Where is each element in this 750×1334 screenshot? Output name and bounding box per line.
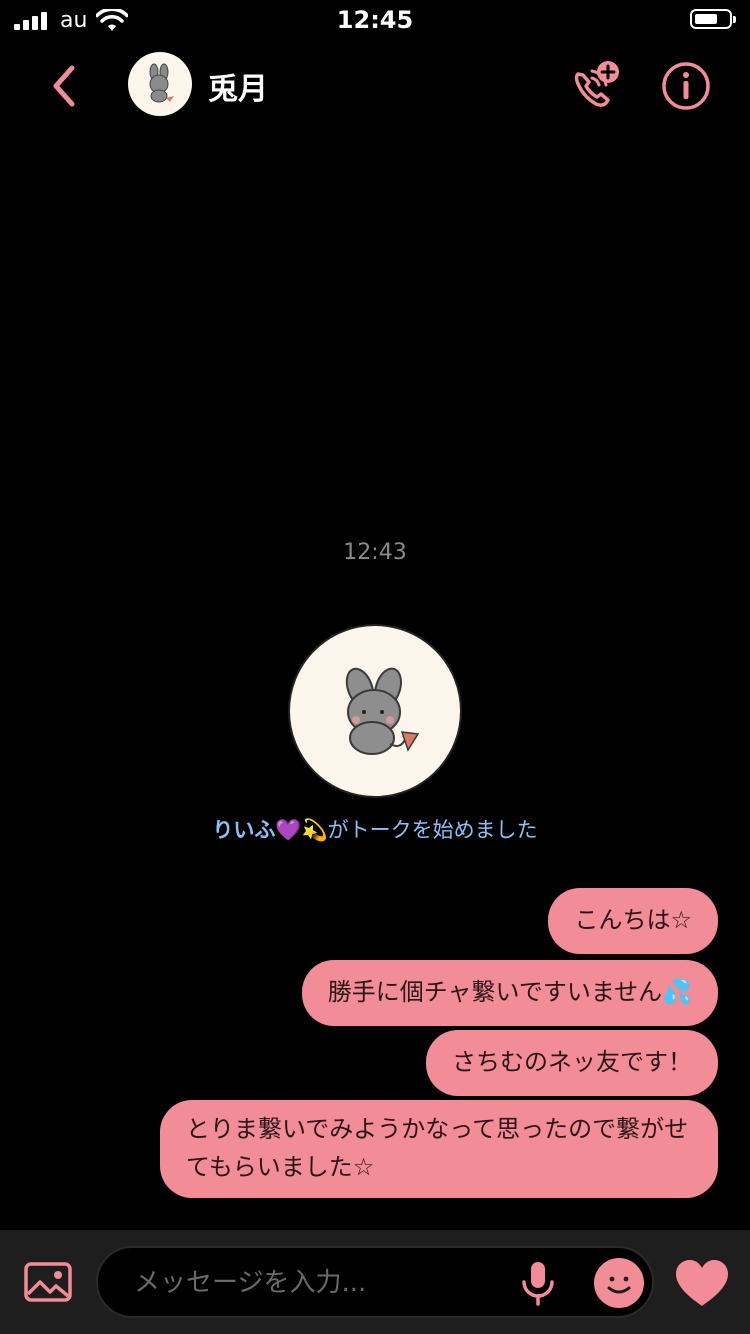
message-bubble[interactable]: さちむのネッ友です！ [426,1030,718,1096]
contact-avatar[interactable] [128,52,192,116]
system-message-user[interactable]: りいふ💜💫 [212,818,327,842]
chat-header: 兎月 [0,44,750,128]
add-call-icon[interactable] [568,60,622,110]
message-bubble[interactable]: 勝手に個チャ繋いですいません💦 [301,960,718,1026]
bunny-avatar-icon [149,63,174,103]
profile-avatar-large[interactable] [288,624,462,798]
mic-icon[interactable] [520,1260,556,1306]
smile-icon [607,1276,631,1294]
image-icon[interactable] [24,1262,72,1304]
message-input[interactable] [132,1260,516,1306]
info-icon[interactable] [660,60,712,112]
emoji-icon[interactable] [594,1258,644,1308]
battery-icon [690,9,736,29]
message-bubble[interactable]: こんちは☆ [548,888,718,954]
system-message-text: がトークを始めました [327,818,538,842]
message-input-container[interactable] [96,1246,654,1318]
contact-name[interactable]: 兎月 [208,64,268,108]
message-bubble[interactable]: とりま繋いでみようかなって思ったので繋がせてもらいました☆ [160,1100,718,1198]
message-input-bar [0,1230,750,1334]
system-message: りいふ💜💫がトークを始めました [0,814,750,844]
back-chevron-icon[interactable] [44,62,84,110]
status-bar: au 12:45 [0,0,750,40]
chat-timestamp: 12:43 [343,540,407,565]
bunny-avatar-icon [345,667,420,755]
heart-icon[interactable] [674,1258,730,1308]
status-time: 12:45 [336,6,414,34]
